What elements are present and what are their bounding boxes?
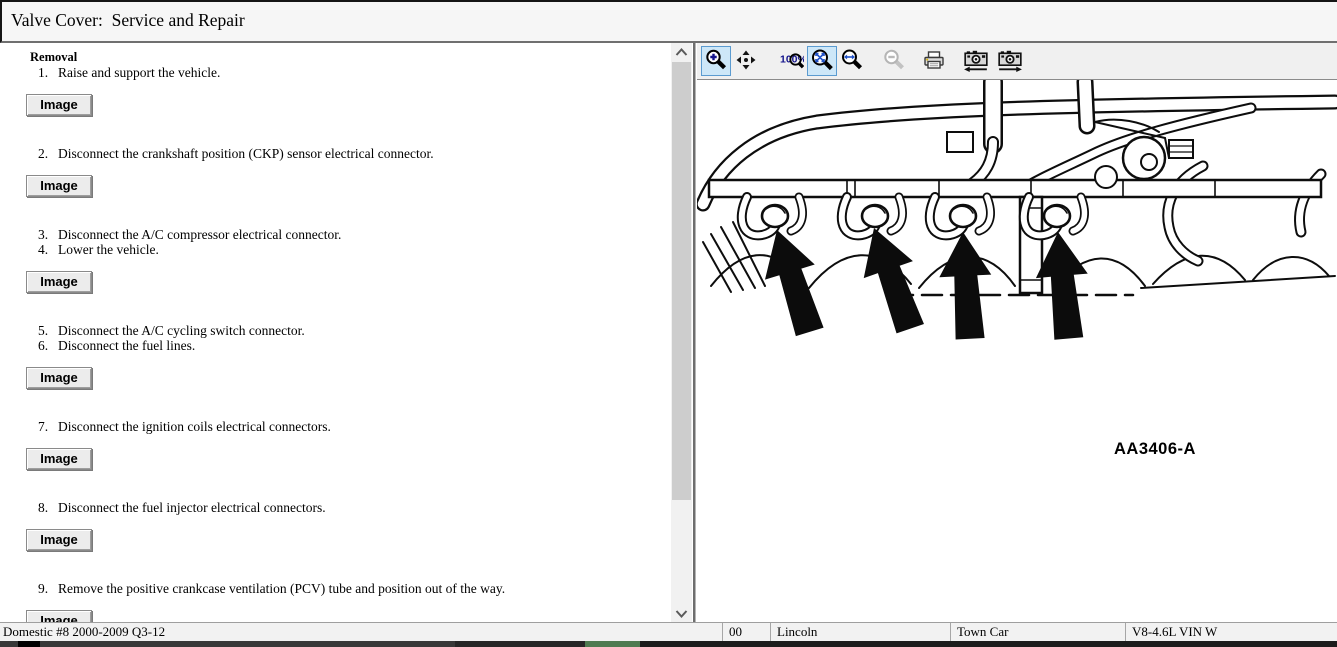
previous-image-button[interactable] xyxy=(961,46,991,76)
engine-diagram xyxy=(697,80,1337,622)
procedure-panel: Removal 1.Raise and support the vehicle.… xyxy=(0,43,671,622)
step-group: 1.Raise and support the vehicle. Image xyxy=(0,65,671,116)
status-engine: V8-4.6L VIN W xyxy=(1125,623,1337,641)
page-title: Valve Cover: Service and Repair xyxy=(11,10,245,31)
fit-width-icon xyxy=(840,48,864,75)
bottom-edge-strip xyxy=(0,641,1337,647)
step-group: 7.Disconnect the ignition coils electric… xyxy=(0,419,671,470)
step-item: 1.Raise and support the vehicle. xyxy=(38,65,671,80)
scroll-up-icon[interactable] xyxy=(671,43,692,60)
app-window: Valve Cover: Service and Repair Removal … xyxy=(0,0,1337,647)
step-item: 8.Disconnect the fuel injector electrica… xyxy=(38,500,671,515)
pan-button[interactable] xyxy=(731,46,761,76)
status-make: Lincoln xyxy=(770,623,950,641)
image-button[interactable]: Image xyxy=(26,448,92,470)
section-heading: Removal xyxy=(30,50,671,65)
figure-label: AA3406-A xyxy=(1114,440,1196,459)
zoom-100-button[interactable]: 100% xyxy=(777,46,807,76)
zoom-100-icon: 100% xyxy=(780,48,804,75)
next-image-button[interactable] xyxy=(995,46,1025,76)
title-bar: Valve Cover: Service and Repair xyxy=(0,0,1337,43)
step-group: 5.Disconnect the A/C cycling switch conn… xyxy=(0,323,671,389)
step-group: 3.Disconnect the A/C compressor electric… xyxy=(0,227,671,293)
step-group: 8.Disconnect the fuel injector electrica… xyxy=(0,500,671,551)
strip-segment xyxy=(585,641,640,647)
strip-segment xyxy=(0,641,455,647)
image-button[interactable]: Image xyxy=(26,175,92,197)
zoom-out-button[interactable] xyxy=(879,46,909,76)
step-item: 6.Disconnect the fuel lines. xyxy=(38,338,671,353)
zoom-out-icon xyxy=(882,48,906,75)
fit-page-icon xyxy=(810,48,834,75)
figure-viewport: AA3406-A xyxy=(697,80,1337,622)
scrollbar-thumb[interactable] xyxy=(672,62,691,500)
step-item: 2.Disconnect the crankshaft position (CK… xyxy=(38,146,671,161)
image-button[interactable]: Image xyxy=(26,94,92,116)
step-group: 2.Disconnect the crankshaft position (CK… xyxy=(0,146,671,197)
fit-page-button[interactable] xyxy=(807,46,837,76)
scroll-down-icon[interactable] xyxy=(671,605,692,622)
step-item: 9.Remove the positive crankcase ventilat… xyxy=(38,581,671,596)
image-button[interactable]: Image xyxy=(26,271,92,293)
status-model: Town Car xyxy=(950,623,1125,641)
image-panel: 100% xyxy=(697,43,1337,622)
pan-icon xyxy=(734,48,758,75)
step-item: 4.Lower the vehicle. xyxy=(38,242,671,257)
strip-segment xyxy=(18,641,40,647)
zoom-in-icon xyxy=(704,48,728,75)
status-year: 00 xyxy=(722,623,770,641)
vertical-scrollbar[interactable] xyxy=(671,43,692,622)
step-item: 3.Disconnect the A/C compressor electric… xyxy=(38,227,671,242)
print-button[interactable] xyxy=(919,46,949,76)
image-button[interactable]: Image xyxy=(26,529,92,551)
status-coverage: Domestic #8 2000-2009 Q3-12 xyxy=(0,623,722,641)
step-item: 5.Disconnect the A/C cycling switch conn… xyxy=(38,323,671,338)
image-button[interactable]: Image xyxy=(26,367,92,389)
zoom-in-button[interactable] xyxy=(701,46,731,76)
fit-width-button[interactable] xyxy=(837,46,867,76)
status-bar: Domestic #8 2000-2009 Q3-12 00 Lincoln T… xyxy=(0,622,1337,641)
step-item: 7.Disconnect the ignition coils electric… xyxy=(38,419,671,434)
procedure-content: Removal 1.Raise and support the vehicle.… xyxy=(0,43,671,622)
image-toolbar: 100% xyxy=(697,43,1337,80)
previous-image-icon xyxy=(963,47,989,76)
next-image-icon xyxy=(997,47,1023,76)
image-button[interactable]: Image xyxy=(26,610,92,622)
strip-segment xyxy=(640,641,1337,647)
print-icon xyxy=(922,48,946,75)
step-group: 9.Remove the positive crankcase ventilat… xyxy=(0,581,671,622)
